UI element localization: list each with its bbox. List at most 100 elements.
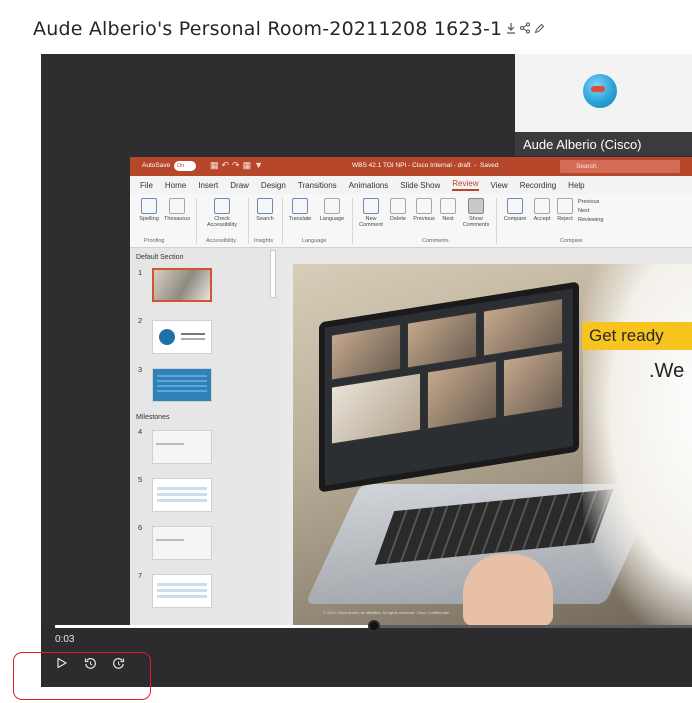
slide-thumbnail: [152, 574, 212, 608]
slide-thumbnail: [152, 478, 212, 512]
ppt-menu-file: File: [140, 180, 153, 190]
ppt-search-box: Search: [560, 160, 680, 173]
language-icon: [324, 198, 340, 214]
ribbon-review-next: Next: [578, 207, 590, 214]
thumbnail-scrollbar: [270, 250, 276, 298]
ribbon-separator: [282, 198, 283, 244]
ribbon-search: Search: [252, 198, 278, 222]
ribbon-separator: [248, 198, 249, 244]
slide-number: 6: [138, 523, 143, 532]
ppt-menu-view: View: [490, 180, 508, 190]
recording-title-row: Aude Alberio's Personal Room-20211208 16…: [33, 16, 545, 42]
delete-comment-icon: [390, 198, 406, 214]
ribbon-next: Next: [438, 198, 458, 222]
ppt-menu-home: Home: [164, 180, 187, 190]
autosave-label: AutoSave: [142, 162, 171, 169]
participant-name: Aude Alberio (Cisco): [515, 132, 692, 156]
ribbon-translate: Translate: [284, 198, 316, 222]
ppt-saved-status: Saved: [480, 162, 499, 169]
slide-light-overlay: [583, 264, 692, 626]
ribbon-group-compare: Compare: [560, 238, 583, 244]
ppt-doc-name: WBS 42.1 TOI NPI - Cisco Internal - draf…: [352, 162, 471, 169]
download-icon[interactable]: [506, 22, 516, 37]
section-default: Default Section: [136, 254, 184, 261]
thesaurus-icon: [169, 198, 185, 214]
annotation-highlight-box: [13, 652, 151, 700]
ribbon-delete: Delete: [386, 198, 410, 222]
ribbon-review-previous: Previous: [578, 199, 600, 205]
ribbon-language: Language: [316, 198, 348, 222]
ppt-menu-draw: Draw: [230, 180, 249, 190]
accessibility-icon: [214, 198, 230, 214]
ppt-menu-recording: Recording: [519, 180, 557, 190]
ribbon-thesaurus: Thesaurus: [162, 198, 192, 222]
next-comment-icon: [440, 198, 456, 214]
search-icon: [257, 198, 273, 214]
ribbon-group-comments: Comments: [422, 238, 449, 244]
slide-number: 5: [138, 475, 143, 484]
ribbon-show-comments: Show Comments: [460, 198, 492, 229]
video-player: Aude Alberio (Cisco) AutoSave On ▦↶↷▦▼ W…: [41, 54, 692, 687]
compare-icon: [507, 198, 523, 214]
slide-number: 2: [138, 316, 143, 325]
slide-number: 3: [138, 365, 143, 374]
ppt-ribbon: Spelling Thesaurus Proofing Check Access…: [130, 194, 692, 248]
ribbon-reject: Reject: [554, 198, 576, 222]
slide-copyright: © 2021 Cisco and/or its affiliates. All …: [323, 610, 449, 615]
quick-access-icons: ▦↶↷▦▼: [210, 160, 266, 170]
hand-image: [463, 554, 553, 626]
ribbon-spelling: Spelling: [136, 198, 162, 222]
ppt-menu-design: Design: [260, 180, 286, 190]
progress-played: [55, 625, 374, 628]
current-time: 0:03: [55, 634, 75, 645]
ppt-menu-insert: Insert: [198, 180, 219, 190]
ribbon-review-nav: Previous Next Reviewing: [578, 198, 618, 224]
ppt-menubar: File Home Insert Draw Design Transitions…: [130, 176, 692, 194]
slide-number: 4: [138, 427, 143, 436]
shared-powerpoint-window: AutoSave On ▦↶↷▦▼ WBS 42.1 TOI NPI - Cis…: [130, 157, 692, 626]
edit-icon[interactable]: [534, 22, 545, 37]
slide-subtext: .We: [649, 360, 685, 382]
ribbon-previous: Previous: [410, 198, 438, 222]
slide-thumbnail: [152, 526, 212, 560]
slide-banner: Get ready: [582, 322, 692, 350]
reject-icon: [557, 198, 573, 214]
recording-title: Aude Alberio's Personal Room-20211208 16…: [33, 18, 503, 40]
ribbon-group-accessibility: Accessibility: [206, 238, 236, 244]
ppt-menu-help: Help: [568, 180, 585, 190]
show-comments-icon: [468, 198, 484, 214]
ribbon-separator: [196, 198, 197, 244]
accept-icon: [534, 198, 550, 214]
autosave-toggle: On: [174, 161, 196, 171]
previous-comment-icon: [416, 198, 432, 214]
ribbon-compare: Compare: [500, 198, 530, 222]
ppt-menu-animations: Animations: [348, 180, 389, 190]
slide-thumbnail: [152, 368, 212, 402]
slide-thumbnail: [152, 268, 212, 302]
ppt-menu-transitions: Transitions: [297, 180, 337, 190]
ribbon-accept: Accept: [530, 198, 554, 222]
new-comment-icon: [363, 198, 379, 214]
ribbon-check-accessibility: Check Accessibility: [200, 198, 244, 229]
slide-number: 7: [138, 571, 143, 580]
ribbon-new-comment: New Comment: [356, 198, 386, 229]
share-icon[interactable]: [520, 22, 531, 37]
ribbon-separator: [496, 198, 497, 244]
video-area[interactable]: Aude Alberio (Cisco) AutoSave On ▦↶↷▦▼ W…: [41, 54, 692, 626]
ppt-doc-title: WBS 42.1 TOI NPI - Cisco Internal - draf…: [352, 162, 499, 169]
progress-handle[interactable]: [367, 620, 380, 632]
laptop-screen-image: [319, 281, 579, 493]
slide-number: 1: [138, 268, 143, 277]
participant-avatar: [583, 74, 617, 108]
participant-tile: Aude Alberio (Cisco): [515, 54, 692, 156]
ribbon-separator: [352, 198, 353, 244]
ppt-menu-review: Review: [452, 179, 479, 191]
spelling-icon: [141, 198, 157, 214]
ppt-titlebar: AutoSave On ▦↶↷▦▼ WBS 42.1 TOI NPI - Cis…: [130, 157, 692, 176]
ppt-menu-slideshow: Slide Show: [400, 180, 441, 190]
ribbon-group-insights: Insights: [254, 238, 273, 244]
ribbon-reviewing: Reviewing: [578, 216, 604, 223]
slide-thumbnail: [152, 320, 212, 354]
ribbon-group-language: Language: [302, 238, 327, 244]
ribbon-group-proofing: Proofing: [144, 238, 165, 244]
